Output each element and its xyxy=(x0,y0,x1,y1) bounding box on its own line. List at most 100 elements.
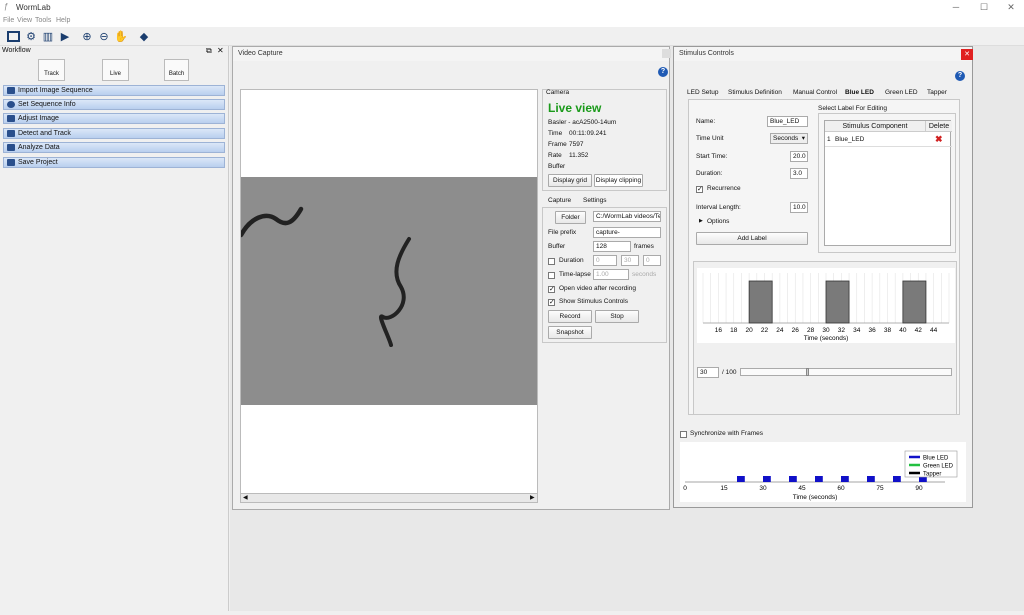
tab-tapper[interactable]: Tapper xyxy=(927,89,947,96)
scroll-left-icon[interactable]: ◀ xyxy=(243,494,248,501)
x-tick-label: 75 xyxy=(876,485,884,492)
label-table-group: Stimulus Component Delete 1 Blue_LED ✖ xyxy=(818,113,956,253)
x-tick-label: 36 xyxy=(869,327,877,334)
position-slider[interactable] xyxy=(740,368,952,376)
tab-capture[interactable]: Capture xyxy=(548,197,571,204)
timelapse-field[interactable]: 1.00 xyxy=(593,269,629,280)
tab-settings[interactable]: Settings xyxy=(583,197,607,204)
x-tick-label: 42 xyxy=(915,327,923,334)
close-icon[interactable]: ✕ xyxy=(217,46,224,55)
menu-tools[interactable]: Tools xyxy=(35,17,51,24)
stimulus-pulse xyxy=(737,476,745,482)
table-header-delete[interactable]: Delete xyxy=(926,121,952,132)
x-axis-label: Time (seconds) xyxy=(793,494,838,501)
add-label-button[interactable]: Add Label xyxy=(696,232,808,245)
duration-checkbox[interactable] xyxy=(548,258,555,265)
expand-arrow-icon[interactable]: ▶ xyxy=(699,218,703,224)
zoom-in-icon[interactable]: ⊕ xyxy=(80,29,94,43)
options-label[interactable]: Options xyxy=(707,218,729,225)
help-icon[interactable]: ? xyxy=(658,67,668,77)
folder-path-field[interactable]: C:/WormLab videos/Test xyxy=(593,211,661,222)
buffer-size-field[interactable]: 128 xyxy=(593,241,631,252)
tab-green-led[interactable]: Green LED xyxy=(885,89,918,96)
chevron-down-icon: ▾ xyxy=(801,135,805,142)
start-time-field[interactable]: 20.0 xyxy=(790,151,808,162)
interval-length-field[interactable]: 10.0 xyxy=(790,202,808,213)
chart-icon[interactable]: ▥ xyxy=(41,29,55,43)
step-adjust-image[interactable]: Adjust Image xyxy=(3,113,225,124)
step-import-image-sequence[interactable]: Import Image Sequence xyxy=(3,85,225,96)
float-icon[interactable]: ⧉ xyxy=(206,46,212,56)
tab-stimulus-definition[interactable]: Stimulus Definition xyxy=(728,89,782,96)
snapshot-button[interactable]: Snapshot xyxy=(548,326,592,339)
step-detect-and-track[interactable]: Detect and Track xyxy=(3,128,225,139)
window-button[interactable] xyxy=(662,49,671,58)
tab-batch[interactable]: Batch xyxy=(164,59,189,81)
sync-frames-checkbox[interactable] xyxy=(680,431,687,438)
menu-view[interactable]: View xyxy=(17,17,32,24)
file-prefix-field[interactable]: capture- xyxy=(593,227,661,238)
x-tick-label: 90 xyxy=(915,485,923,492)
tab-blue-led[interactable]: Blue LED xyxy=(845,89,874,96)
open-video-checkbox[interactable]: ✓ xyxy=(548,286,555,293)
position-field[interactable]: 30 xyxy=(697,367,719,378)
timelapse-checkbox[interactable] xyxy=(548,272,555,279)
x-tick-label: 44 xyxy=(930,327,938,334)
menu-help[interactable]: Help xyxy=(56,17,70,24)
x-axis-label: Time (seconds) xyxy=(804,335,849,342)
legend-label: Blue LED xyxy=(923,456,949,462)
duration-hours-field[interactable]: 0 xyxy=(593,255,617,266)
horizontal-scrollbar[interactable]: ◀ ▶ xyxy=(240,493,538,503)
tab-track[interactable]: Track xyxy=(38,59,65,81)
film-icon[interactable]: ▶ xyxy=(58,29,72,43)
record-button[interactable]: Record xyxy=(548,310,592,323)
display-grid-button[interactable]: Display grid xyxy=(548,174,592,187)
gear-icon xyxy=(7,115,15,122)
x-tick-label: 30 xyxy=(822,327,830,334)
pulse-editor-chart[interactable]: 16 18 20 22 24 26 28 30 32 34 36 38 40 42 44 Time (seco… xyxy=(697,268,955,343)
table-header-component[interactable]: Stimulus Component xyxy=(825,121,926,132)
step-set-sequence-info[interactable]: Set Sequence Info xyxy=(3,99,225,110)
pan-hand-icon[interactable]: ✋ xyxy=(114,29,128,43)
tag-icon[interactable]: ◆ xyxy=(137,29,151,43)
file-prefix-label: File prefix xyxy=(548,229,577,236)
slider-handle[interactable] xyxy=(806,368,809,376)
timelapse-label: Time-lapse xyxy=(559,271,591,278)
open-video-label: Open video after recording xyxy=(559,285,636,292)
duration-seconds-field[interactable]: 0 xyxy=(643,255,661,266)
tab-led-setup[interactable]: LED Setup xyxy=(687,89,718,96)
toolbar: ⚙ ▥ ▶ ⊕ ⊖ ✋ ◆ xyxy=(0,27,1024,46)
gear-icon[interactable]: ⚙ xyxy=(24,29,38,43)
scroll-right-icon[interactable]: ▶ xyxy=(530,494,535,501)
duration-field[interactable]: 3.0 xyxy=(790,168,808,179)
delete-icon[interactable]: ✖ xyxy=(935,134,943,145)
label-table: Stimulus Component Delete 1 Blue_LED ✖ xyxy=(824,120,952,246)
show-stimulus-checkbox[interactable]: ✓ xyxy=(548,299,555,306)
stimulus-pulse xyxy=(841,476,849,482)
display-clipping-button[interactable]: Display clipping xyxy=(594,174,643,187)
close-icon[interactable]: ✕ xyxy=(961,49,973,60)
step-analyze-data[interactable]: Analyze Data xyxy=(3,142,225,153)
video-viewport[interactable] xyxy=(240,89,538,494)
stop-button[interactable]: Stop xyxy=(595,310,639,323)
help-icon[interactable]: ? xyxy=(955,71,965,81)
tab-manual-control[interactable]: Manual Control xyxy=(793,89,837,96)
x-tick-label: 26 xyxy=(792,327,800,334)
maximize-icon[interactable]: ☐ xyxy=(974,2,994,13)
close-icon[interactable]: ✕ xyxy=(1001,2,1021,13)
duration-minutes-field[interactable]: 30 xyxy=(621,255,639,266)
recurrence-checkbox[interactable]: ✓ xyxy=(696,186,703,193)
time-unit-select[interactable]: Seconds ▾ xyxy=(770,133,808,144)
name-field[interactable]: Blue_LED xyxy=(767,116,808,127)
display-icon[interactable] xyxy=(7,31,20,42)
minimize-icon[interactable]: ─ xyxy=(946,2,966,12)
x-tick-label: 28 xyxy=(807,327,815,334)
menu-file[interactable]: File xyxy=(3,17,14,24)
position-total: / 100 xyxy=(722,369,737,376)
folder-button[interactable]: Folder xyxy=(555,211,586,224)
table-row-name[interactable]: Blue_LED xyxy=(835,136,864,143)
step-save-project[interactable]: Save Project xyxy=(3,157,225,168)
step-label: Adjust Image xyxy=(18,115,59,122)
zoom-out-icon[interactable]: ⊖ xyxy=(97,29,111,43)
tab-live[interactable]: Live xyxy=(102,59,129,81)
